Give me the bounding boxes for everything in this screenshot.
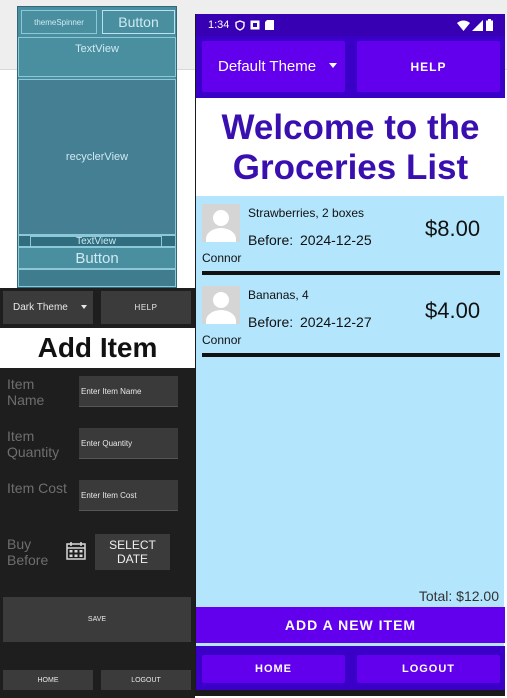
status-time: 1:34 (208, 19, 230, 31)
shield-icon (235, 19, 246, 31)
item-cost-field[interactable]: Enter Item Cost (79, 480, 178, 511)
item-name: Strawberries, 2 boxes (248, 206, 365, 220)
add-item-screen: Dark Theme HELP Add Item Item Name Enter… (0, 288, 195, 698)
total-label: Total: $12.00 (418, 588, 499, 604)
add-item-title: Add Item (0, 328, 195, 368)
dark-theme-spinner[interactable]: Dark Theme (3, 291, 93, 324)
wifi-icon (457, 20, 470, 31)
add-new-item-button[interactable]: ADD A NEW ITEM (196, 607, 505, 643)
avatar (202, 286, 240, 324)
dark-logout-button[interactable]: LOGOUT (101, 670, 191, 690)
help-button[interactable]: HELP (357, 41, 500, 92)
dark-help-button[interactable]: HELP (101, 291, 191, 324)
dark-home-button[interactable]: HOME (3, 670, 93, 690)
blueprint-bottom-bar[interactable] (18, 269, 176, 287)
blueprint-textview[interactable]: TextView (18, 37, 176, 77)
item-quantity-label: Item Quantity (7, 428, 60, 460)
item-user: Connor (202, 251, 242, 265)
phone-bottom-edge (196, 690, 505, 696)
item-divider (202, 353, 500, 357)
dropdown-arrow-icon (81, 305, 87, 309)
blueprint-textview-total[interactable]: TextView (30, 236, 162, 247)
welcome-title: Welcome to the Groceries List (196, 98, 505, 196)
blueprint-theme-spinner[interactable]: themeSpinner (21, 10, 97, 34)
sim-icon (250, 20, 260, 30)
list-item[interactable]: Bananas, 4 Before: 2024-12-27 $4.00 Conn… (196, 280, 505, 362)
item-name-field[interactable]: Enter Item Name (79, 376, 178, 407)
item-date: 2024-12-27 (300, 314, 372, 330)
status-bar: 1:34 (196, 14, 505, 36)
item-price: $8.00 (425, 216, 481, 241)
default-theme-spinner[interactable]: Default Theme (202, 41, 345, 92)
avatar (202, 204, 240, 242)
top-bar: Default Theme HELP (196, 36, 505, 98)
logout-button[interactable]: LOGOUT (357, 655, 500, 683)
dark-theme-spinner-label: Dark Theme (13, 302, 68, 313)
item-user: Connor (202, 333, 242, 347)
battery-icon (486, 19, 493, 31)
item-divider (202, 271, 500, 275)
blueprint-recyclerview[interactable]: recyclerView (18, 79, 176, 235)
home-button[interactable]: HOME (202, 655, 345, 683)
before-label: Before: (248, 232, 294, 248)
item-date: 2024-12-25 (300, 232, 372, 248)
bottom-nav: HOME LOGOUT (196, 646, 505, 690)
welcome-title-line1: Welcome to the (221, 108, 480, 147)
select-date-button[interactable]: SELECT DATE (95, 534, 170, 570)
signal-icon (472, 19, 483, 31)
list-item[interactable]: Strawberries, 2 boxes Before: 2024-12-25… (196, 198, 505, 280)
dropdown-arrow-icon (329, 63, 337, 68)
buy-before-label: Buy Before (7, 536, 49, 568)
before-label: Before: (248, 314, 294, 330)
blueprint-preview: themeSpinner Button TextView recyclerVie… (17, 6, 177, 288)
sd-card-icon (265, 20, 275, 30)
blueprint-button-add[interactable]: Button (18, 247, 176, 269)
calendar-icon[interactable] (66, 542, 86, 560)
item-name: Bananas, 4 (248, 288, 309, 302)
item-cost-label: Item Cost (7, 480, 67, 496)
groceries-list-screen: 1:34 Default Theme HELP Welcome to the G… (195, 14, 505, 696)
item-quantity-field[interactable]: Enter Quantity (79, 428, 178, 459)
default-theme-spinner-label: Default Theme (218, 58, 317, 75)
blueprint-button[interactable]: Button (102, 10, 175, 34)
save-button[interactable]: SAVE (3, 597, 191, 642)
welcome-title-line2: Groceries List (232, 148, 469, 187)
item-name-label: Item Name (7, 376, 45, 408)
item-price: $4.00 (425, 298, 481, 323)
